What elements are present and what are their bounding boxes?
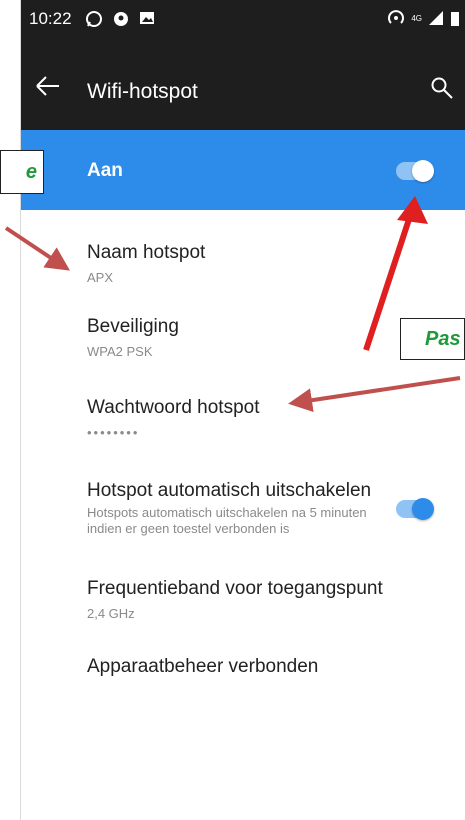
setting-security[interactable]: Beveiliging WPA2 PSK bbox=[87, 316, 179, 360]
status-bar: 10:22 4G bbox=[21, 0, 465, 40]
hotspot-toggle[interactable] bbox=[396, 160, 434, 182]
status-right-icons: 4G bbox=[387, 9, 460, 27]
callout-text: e bbox=[25, 160, 37, 183]
setting-subtitle: 2,4 GHz bbox=[87, 606, 135, 621]
page-title: Wifi-hotspot bbox=[87, 80, 198, 103]
setting-subtitle: APX bbox=[87, 270, 114, 285]
search-icon[interactable] bbox=[430, 76, 454, 100]
battery-icon bbox=[451, 12, 459, 26]
setting-subtitle: Hotspots automatisch uitschakelen na 5 m… bbox=[87, 505, 367, 536]
setting-auto-off[interactable]: Hotspot automatisch uitschakelen Hotspot… bbox=[87, 480, 377, 537]
annotation-callout-left: e bbox=[0, 150, 44, 194]
setting-title: Frequentieband voor toegangspunt bbox=[87, 578, 383, 599]
master-toggle-row[interactable]: Aan bbox=[21, 130, 465, 210]
setting-connected-devices[interactable]: Apparaatbeheer verbonden bbox=[87, 656, 318, 678]
notification-icons bbox=[85, 10, 155, 28]
whatsapp-icon bbox=[86, 11, 102, 27]
setting-title: Hotspot automatisch uitschakelen bbox=[87, 480, 372, 501]
network-type: 4G bbox=[411, 13, 422, 23]
setting-hotspot-name[interactable]: Naam hotspot APX bbox=[87, 242, 205, 286]
phone-screen: 10:22 4G Wifi-hotspot Aan Naam hotspot A… bbox=[20, 0, 465, 820]
status-time: 10:22 bbox=[29, 9, 72, 28]
annotation-callout-right: Pas bbox=[400, 318, 465, 360]
setting-subtitle: •••••••• bbox=[87, 425, 140, 440]
auto-off-toggle[interactable] bbox=[396, 498, 434, 520]
reminder-icon bbox=[114, 12, 128, 26]
toggle-knob bbox=[412, 498, 434, 520]
setting-hotspot-password[interactable]: Wachtwoord hotspot •••••••• bbox=[87, 397, 260, 441]
arrow-left-icon[interactable] bbox=[35, 74, 61, 98]
image-icon bbox=[140, 12, 154, 24]
callout-text: Pas bbox=[425, 327, 461, 350]
app-toolbar: Wifi-hotspot bbox=[21, 40, 465, 130]
master-toggle-label: Aan bbox=[87, 160, 123, 181]
setting-frequency-band[interactable]: Frequentieband voor toegangspunt 2,4 GHz bbox=[87, 578, 383, 622]
hotspot-icon bbox=[388, 10, 405, 24]
left-margin bbox=[0, 0, 20, 820]
setting-title: Apparaatbeheer verbonden bbox=[87, 656, 319, 677]
signal-icon bbox=[429, 11, 443, 25]
setting-title: Beveiliging bbox=[87, 316, 179, 337]
setting-title: Wachtwoord hotspot bbox=[87, 397, 260, 418]
setting-subtitle: WPA2 PSK bbox=[87, 344, 153, 359]
setting-title: Naam hotspot bbox=[87, 242, 206, 263]
toggle-knob bbox=[412, 160, 434, 182]
